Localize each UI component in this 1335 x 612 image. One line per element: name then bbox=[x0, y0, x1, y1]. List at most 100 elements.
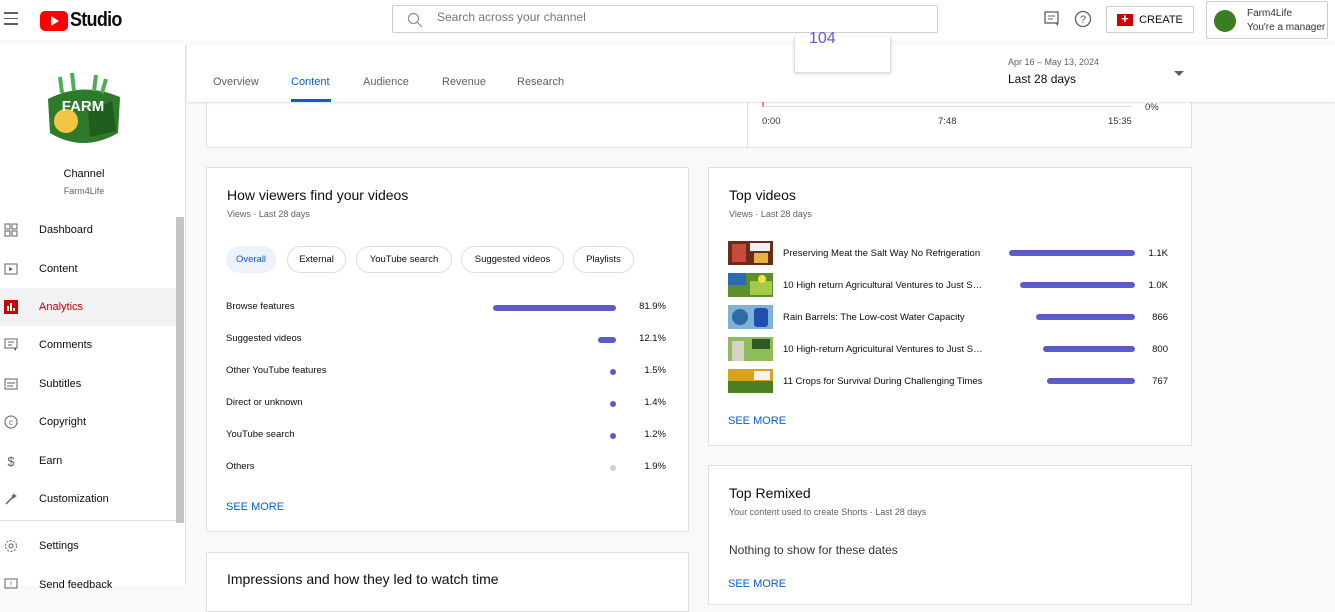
search-icon bbox=[407, 12, 423, 28]
empty-state-text: Nothing to show for these dates bbox=[729, 543, 898, 557]
subtitles-icon bbox=[4, 378, 18, 390]
video-thumbnail[interactable] bbox=[728, 337, 773, 361]
traffic-bar bbox=[610, 465, 616, 471]
tab-overview[interactable]: Overview bbox=[213, 76, 259, 88]
studio-logo[interactable]: Studio bbox=[40, 9, 127, 32]
traffic-source-label: Browse features bbox=[226, 301, 295, 312]
video-title[interactable]: Preserving Meat the Salt Way No Refriger… bbox=[783, 248, 983, 259]
video-views-bar bbox=[1047, 378, 1135, 384]
sidebar-item-subtitles[interactable]: Subtitles bbox=[0, 365, 176, 403]
sidebar-item-dashboard[interactable]: Dashboard bbox=[0, 211, 176, 249]
traffic-source-label: YouTube search bbox=[226, 429, 295, 440]
sidebar: FARM Channel Farm4Life Dashboard Content… bbox=[0, 45, 186, 591]
sidebar-item-copyright[interactable]: c Copyright bbox=[0, 403, 176, 441]
channel-heading: Channel bbox=[63, 168, 105, 180]
sidebar-item-label: Subtitles bbox=[39, 378, 82, 390]
create-video-icon bbox=[1117, 11, 1134, 26]
traffic-source-label: Other YouTube features bbox=[226, 365, 327, 376]
traffic-bar bbox=[610, 401, 616, 407]
tab-content[interactable]: Content bbox=[291, 76, 330, 88]
sidebar-item-comments[interactable]: Comments bbox=[0, 326, 176, 364]
earn-icon: $ bbox=[7, 454, 15, 468]
top-remixed-card: Top Remixed Your content used to create … bbox=[708, 465, 1192, 605]
youtube-logo-icon bbox=[40, 10, 68, 31]
comments-icon bbox=[4, 338, 18, 351]
search-box[interactable] bbox=[392, 5, 938, 33]
video-thumbnail[interactable] bbox=[728, 305, 773, 329]
create-button[interactable]: CREATE bbox=[1106, 6, 1194, 33]
traffic-bar bbox=[493, 305, 616, 311]
channel-logo[interactable]: FARM bbox=[38, 71, 128, 155]
video-views: 800 bbox=[1152, 344, 1168, 355]
menu-icon[interactable] bbox=[4, 12, 18, 29]
settings-icon bbox=[5, 540, 17, 552]
tab-audience[interactable]: Audience bbox=[363, 76, 409, 88]
traffic-source-label: Others bbox=[226, 461, 255, 472]
sidebar-item-analytics[interactable]: Analytics bbox=[0, 288, 176, 326]
traffic-sources-card: How viewers find your videos Views · Las… bbox=[206, 167, 689, 532]
video-title[interactable]: 10 High return Agricultural Ventures to … bbox=[783, 280, 983, 291]
account-role: You're a manager bbox=[1247, 22, 1326, 33]
top-video-row[interactable]: 10 High return Agricultural Ventures to … bbox=[728, 273, 1168, 297]
customization-icon bbox=[5, 493, 17, 505]
video-thumbnail[interactable] bbox=[728, 273, 773, 297]
sidebar-item-customization[interactable]: Customization bbox=[0, 480, 176, 518]
sidebar-item-label: Content bbox=[39, 263, 78, 275]
chip-suggested-videos[interactable]: Suggested videos bbox=[461, 246, 564, 273]
tab-revenue[interactable]: Revenue bbox=[442, 76, 486, 88]
sidebar-item-label: Earn bbox=[39, 455, 63, 467]
sidebar-item-label: Customization bbox=[39, 493, 109, 505]
send-feedback-icon: ! bbox=[4, 578, 18, 589]
axis-tick-label: 7:48 bbox=[938, 116, 957, 127]
traffic-row: Suggested videos 12.1% bbox=[226, 333, 666, 347]
traffic-row: Other YouTube features 1.5% bbox=[226, 365, 666, 379]
retention-pct: 0% bbox=[1145, 102, 1159, 113]
sidebar-scrollbar[interactable] bbox=[176, 217, 184, 523]
sidebar-item-label: Dashboard bbox=[39, 224, 93, 236]
video-views: 767 bbox=[1152, 376, 1168, 387]
video-title[interactable]: Rain Barrels: The Low-cost Water Capacit… bbox=[783, 312, 983, 323]
video-title[interactable]: 10 High-return Agricultural Ventures to … bbox=[783, 344, 983, 355]
traffic-bar bbox=[610, 369, 616, 375]
top-video-row[interactable]: Rain Barrels: The Low-cost Water Capacit… bbox=[728, 305, 1168, 329]
top-video-row[interactable]: Preserving Meat the Salt Way No Refriger… bbox=[728, 241, 1168, 265]
video-thumbnail[interactable] bbox=[728, 241, 773, 265]
avatar bbox=[1214, 10, 1236, 32]
traffic-row: Others 1.9% bbox=[226, 461, 666, 475]
card-subtitle: Your content used to create Shorts · Las… bbox=[729, 507, 927, 517]
see-more-link[interactable]: SEE MORE bbox=[226, 501, 284, 513]
help-icon[interactable]: ? bbox=[1074, 10, 1092, 28]
video-views-bar bbox=[1020, 282, 1135, 288]
brand-label: Studio bbox=[70, 9, 122, 31]
top-video-row[interactable]: 11 Crops for Survival During Challenging… bbox=[728, 369, 1168, 393]
tab-research[interactable]: Research bbox=[517, 76, 564, 88]
sidebar-item-settings[interactable]: Settings bbox=[0, 527, 176, 565]
svg-text:?: ? bbox=[1080, 14, 1086, 26]
video-title[interactable]: 11 Crops for Survival During Challenging… bbox=[783, 376, 983, 387]
top-videos-card: Top videos Views · Last 28 days Preservi… bbox=[708, 167, 1192, 446]
see-more-link[interactable]: SEE MORE bbox=[728, 415, 786, 427]
sidebar-item-earn[interactable]: $ Earn bbox=[0, 442, 176, 480]
chip-overall[interactable]: Overall bbox=[226, 246, 276, 273]
sidebar-item-send-feedback[interactable]: ! Send feedback bbox=[0, 566, 176, 604]
search-input[interactable] bbox=[437, 10, 917, 24]
video-views: 1.1K bbox=[1148, 248, 1168, 259]
traffic-row: Direct or unknown 1.4% bbox=[226, 397, 666, 411]
account-switcher[interactable]: Farm4Life You're a manager bbox=[1206, 1, 1328, 39]
top-video-row[interactable]: 10 High-return Agricultural Ventures to … bbox=[728, 337, 1168, 361]
dropdown-arrow-icon[interactable] bbox=[1174, 71, 1184, 76]
chip-playlists[interactable]: Playlists bbox=[573, 246, 634, 273]
feedback-icon[interactable] bbox=[1043, 10, 1061, 28]
see-more-link[interactable]: SEE MORE bbox=[728, 578, 786, 590]
traffic-source-label: Suggested videos bbox=[226, 333, 302, 344]
sidebar-item-content[interactable]: Content bbox=[0, 250, 176, 288]
card-subtitle: Views · Last 28 days bbox=[729, 209, 812, 219]
channel-name: Farm4Life bbox=[63, 186, 105, 196]
active-tab-indicator bbox=[291, 99, 331, 102]
chip-youtube-search[interactable]: YouTube search bbox=[356, 246, 452, 273]
analytics-tabs-bar: 104 Overview Content Audience Revenue Re… bbox=[187, 30, 1335, 102]
traffic-row: YouTube search 1.2% bbox=[226, 429, 666, 443]
chip-external[interactable]: External bbox=[287, 246, 346, 273]
video-thumbnail[interactable] bbox=[728, 369, 773, 393]
traffic-pct: 1.2% bbox=[644, 429, 666, 440]
